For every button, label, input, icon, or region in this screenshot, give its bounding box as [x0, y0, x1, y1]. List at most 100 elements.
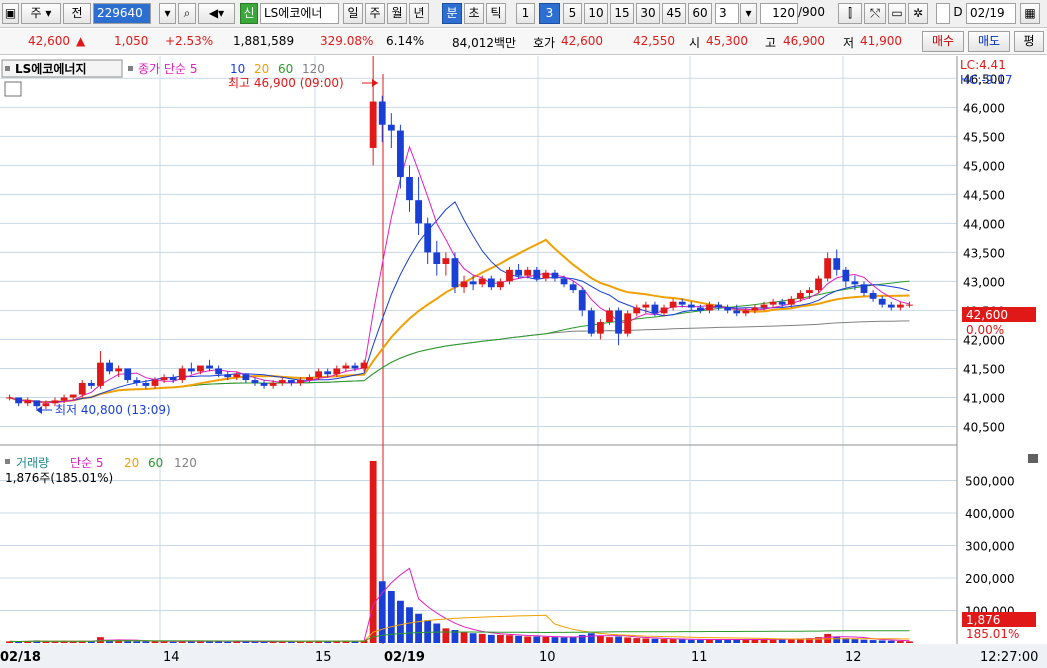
tab-period-tick[interactable]: 틱	[486, 3, 506, 24]
date-checkbox[interactable]	[936, 3, 950, 24]
tab-interval-60[interactable]: 60	[688, 3, 712, 24]
interval-dropdown-icon[interactable]: ▾	[740, 3, 757, 24]
quote-open: 45,300	[706, 34, 748, 48]
quote-high-label: 고	[765, 36, 777, 50]
code-dropdown-icon[interactable]: ▾	[159, 3, 176, 24]
candle-body	[624, 313, 632, 334]
tab-period-second[interactable]: 초	[464, 3, 484, 24]
candle-body	[478, 278, 486, 285]
candle-body	[724, 307, 732, 311]
up-arrow-icon: ▲	[76, 34, 86, 48]
candle-body	[487, 278, 495, 288]
volume-bar	[542, 636, 550, 643]
candle-body	[569, 284, 577, 291]
tab-interval-45[interactable]: 45	[662, 3, 686, 24]
price-tick-label: 41,000	[963, 391, 1005, 405]
tab-interval-3[interactable]: 3	[539, 3, 560, 24]
stock-name-field: LS에코에너	[260, 3, 339, 24]
quote-volume: 1,881,589	[233, 34, 295, 48]
candle-body	[551, 272, 559, 279]
indicator-icon[interactable]: ⤲	[864, 3, 886, 24]
price-panel-title: LS에코에너지	[15, 61, 87, 76]
eval-button[interactable]: 평	[1014, 31, 1044, 52]
quote-volume-ratio: 329.08%	[320, 34, 374, 48]
candle-body	[187, 368, 195, 372]
tab-period-year[interactable]: 년	[409, 3, 429, 24]
candle-body	[78, 382, 86, 395]
tab-period-week[interactable]: 주	[365, 3, 385, 24]
candle-body	[842, 269, 850, 282]
candle-body	[669, 301, 677, 308]
tab-interval-5[interactable]: 5	[563, 3, 582, 24]
candle-body	[442, 258, 450, 265]
sell-button[interactable]: 매도	[968, 31, 1010, 52]
volume-bar	[596, 635, 604, 643]
candle-body	[587, 310, 595, 334]
interval-input[interactable]: 3	[715, 3, 739, 24]
search-icon[interactable]: ⌕	[178, 3, 196, 24]
tab-interval-30[interactable]: 30	[636, 3, 660, 24]
candle-type-icon[interactable]: ⫿	[838, 3, 862, 24]
prev-button[interactable]: 전	[63, 3, 91, 24]
candle-body	[251, 380, 259, 383]
count-input[interactable]: 120	[760, 3, 798, 24]
panel-close-icon[interactable]	[1028, 454, 1038, 463]
candle-body	[151, 380, 159, 386]
volume-bar	[524, 636, 532, 643]
candle-body	[533, 269, 541, 279]
price-tick-label: 46,000	[963, 101, 1005, 115]
candle-body	[660, 307, 668, 314]
stock-code-input[interactable]: 229640	[93, 3, 151, 24]
candle-body	[215, 368, 223, 375]
candle-body	[97, 362, 104, 386]
tab-period-day[interactable]: 일	[343, 3, 363, 24]
candle-body	[33, 400, 41, 407]
tab-interval-15[interactable]: 15	[610, 3, 634, 24]
candle-body	[169, 377, 177, 381]
candle-body	[369, 101, 377, 148]
candle-body	[787, 298, 795, 305]
candle-body	[69, 394, 77, 398]
low-annotation: 최저 40,800 (13:09)	[55, 403, 171, 417]
save-icon[interactable]: ▭	[888, 3, 906, 24]
candle-body	[333, 368, 341, 375]
market-select[interactable]: 주 ▾	[21, 3, 61, 24]
candle-body	[578, 290, 586, 311]
volume-bar	[678, 639, 686, 643]
volume-bar	[878, 640, 886, 643]
date-input[interactable]: 02/19	[966, 3, 1016, 24]
candle-body	[715, 304, 722, 308]
volume-tag-value: 1,876	[966, 613, 1000, 627]
candle-body	[42, 403, 50, 407]
candle-body	[360, 362, 368, 369]
volume-bar	[515, 635, 522, 643]
buy-button[interactable]: 매수	[922, 31, 964, 52]
volume-bar	[778, 639, 786, 643]
stock-chart[interactable]: 40,50041,00041,50042,00042,50043,00043,5…	[0, 56, 1047, 668]
volume-bar	[224, 641, 232, 643]
volume-panel-label: 거래량	[16, 456, 49, 470]
volume-tick-label: 400,000	[965, 507, 1015, 521]
volume-bar	[415, 613, 423, 643]
volume-bar	[851, 639, 859, 643]
candle-body	[206, 365, 213, 369]
window-menu-icon[interactable]: ▣	[2, 3, 19, 24]
candle-body	[496, 281, 504, 288]
tab-interval-1[interactable]: 1	[516, 3, 535, 24]
tab-period-month[interactable]: 월	[387, 3, 407, 24]
gear-icon[interactable]: ✲	[908, 3, 928, 24]
speaker-icon[interactable]: ◀▾	[198, 3, 235, 24]
volume-bar	[833, 636, 841, 643]
ma120-label: 120	[302, 62, 325, 76]
x-label-0218: 02/18	[0, 650, 41, 665]
tab-interval-10[interactable]: 10	[584, 3, 608, 24]
volume-bar	[533, 636, 541, 643]
tab-period-minute[interactable]: 분	[442, 3, 462, 24]
ma-label: 종가 단순 5	[138, 62, 197, 76]
candle-body	[596, 322, 604, 334]
count-max-label: /900	[798, 5, 825, 19]
candle-body	[6, 397, 13, 399]
candle-body	[424, 223, 432, 253]
calendar-icon[interactable]: ▦	[1020, 3, 1040, 24]
table-view-icon[interactable]	[4, 81, 22, 97]
